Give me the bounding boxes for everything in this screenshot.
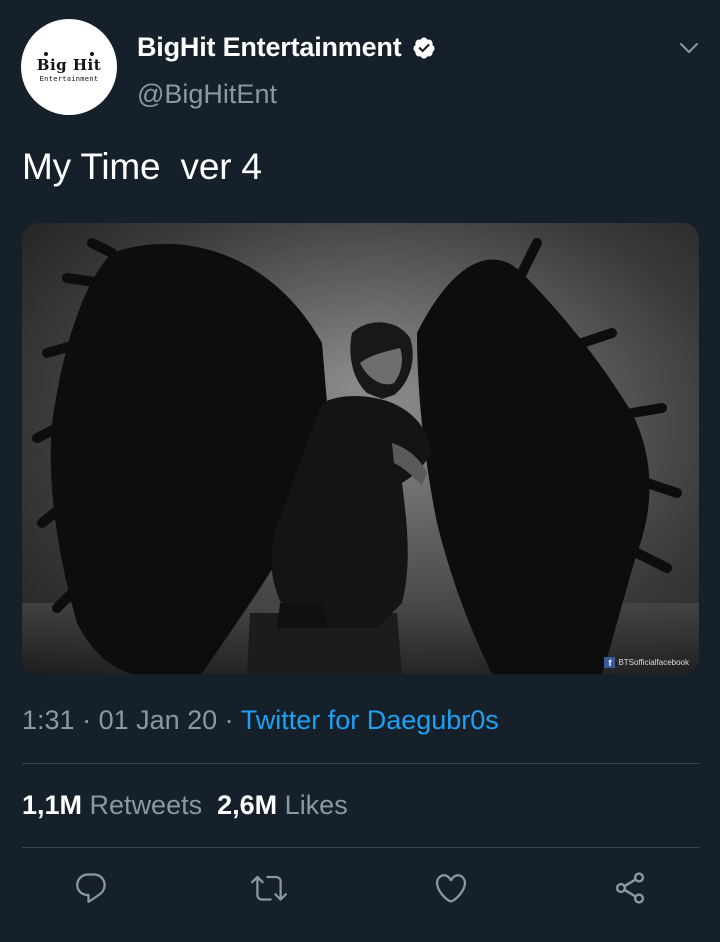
reply-button[interactable] <box>73 870 109 906</box>
display-name[interactable]: BigHit Entertainment <box>137 32 402 63</box>
likes-count: 2,6M <box>217 790 278 820</box>
media-watermark: f BTSofficialfacebook <box>604 657 689 668</box>
tweet-header: Big Hit Entertainment BigHit Entertainme… <box>0 0 720 130</box>
retweet-button[interactable] <box>251 870 287 906</box>
facebook-icon: f <box>604 657 616 668</box>
name-row: BigHit Entertainment <box>137 32 436 63</box>
tweet-meta: 1:31 · 01 Jan 20 · Twitter for Daegubr0s <box>22 705 499 736</box>
tweet-time[interactable]: 1:31 <box>22 705 75 735</box>
tweet-date[interactable]: 01 Jan 20 <box>99 705 218 735</box>
retweets-count: 1,1M <box>22 790 83 820</box>
avatar-logo-sub: Entertainment <box>39 74 99 83</box>
likes-stat[interactable]: 2,6M Likes <box>217 790 348 820</box>
tweet-media-image[interactable]: f BTSofficialfacebook <box>22 223 699 674</box>
watermark-text: BTSofficialfacebook <box>618 658 689 667</box>
tweet-actions <box>0 862 720 914</box>
avatar[interactable]: Big Hit Entertainment <box>21 19 117 115</box>
verified-badge-icon <box>413 37 435 58</box>
retweets-stat[interactable]: 1,1M Retweets <box>22 790 202 820</box>
chevron-down-icon[interactable] <box>677 36 701 60</box>
divider <box>22 847 699 848</box>
meta-separator: · <box>217 705 241 735</box>
tweet-stats: 1,1M Retweets 2,6M Likes <box>22 790 348 821</box>
divider <box>22 763 699 764</box>
tweet-text: My Time ver 4 <box>22 146 262 187</box>
meta-separator: · <box>74 705 99 735</box>
account-handle[interactable]: @BigHitEnt <box>137 79 277 110</box>
avatar-logo-dots <box>44 51 94 56</box>
retweet-icon <box>251 875 287 901</box>
like-icon <box>435 874 467 903</box>
tweet-source-link[interactable]: Twitter for Daegubr0s <box>241 705 499 735</box>
like-button[interactable] <box>433 870 469 906</box>
retweets-label: Retweets <box>89 790 203 820</box>
share-icon <box>615 872 645 904</box>
photo-illustration <box>22 223 699 674</box>
likes-label: Likes <box>284 790 348 820</box>
share-button[interactable] <box>612 870 648 906</box>
reply-icon <box>76 873 106 903</box>
avatar-logo-main: Big Hit <box>36 55 102 74</box>
